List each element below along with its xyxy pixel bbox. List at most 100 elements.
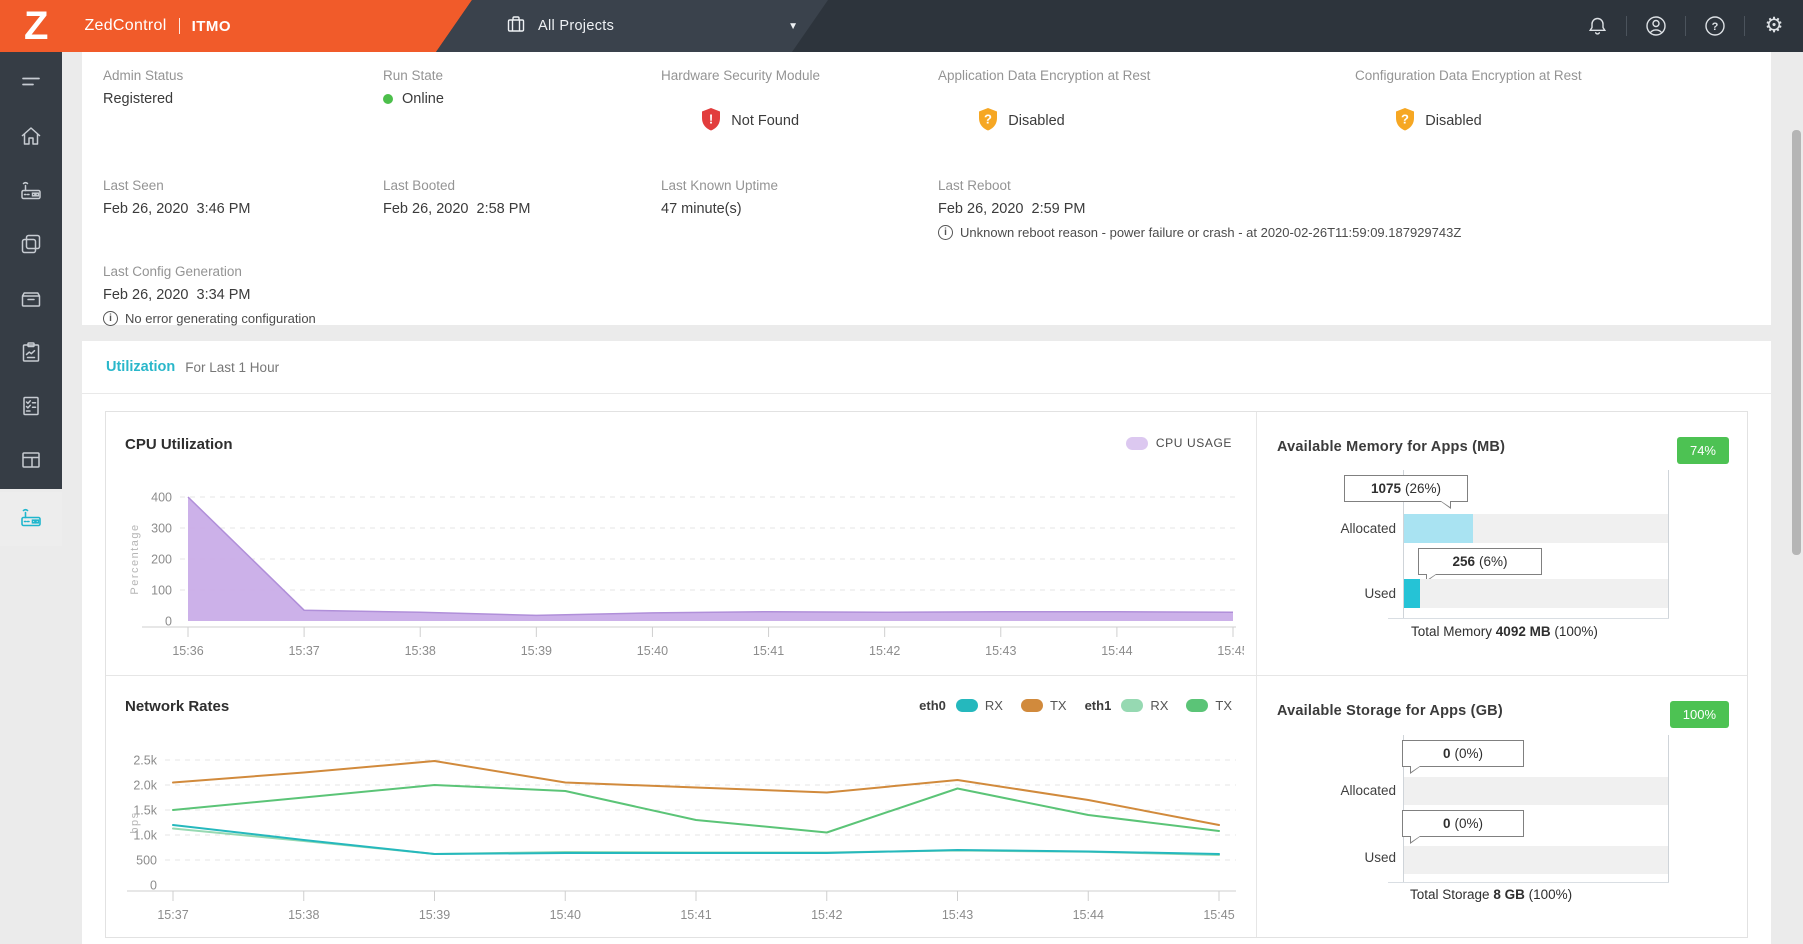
memory-used-track [1404, 579, 1668, 608]
svg-text:500: 500 [136, 854, 157, 868]
memory-total-label: Total Memory 4092 MB (100%) [1411, 624, 1598, 639]
memory-allocated-label: Allocated [1277, 521, 1396, 536]
svg-text:15:44: 15:44 [1073, 908, 1104, 922]
user-account-icon[interactable] [1645, 15, 1667, 37]
storage-allocated-track [1404, 777, 1668, 805]
online-status-dot [383, 94, 393, 104]
memory-allocated-tooltip: 1075(26%) [1344, 475, 1468, 502]
topbar-actions: ? ⚙ [1586, 0, 1803, 52]
field-label: Last Known Uptime [661, 178, 938, 193]
storage-allocated-tooltip: 0(0%) [1402, 740, 1524, 767]
field-last-reboot: Last Reboot Feb 26, 2020 2:59 PM i Unkno… [938, 178, 1355, 240]
cpu-utilization-chart: 010020030040015:3615:3715:3815:3915:4015… [124, 469, 1244, 661]
logo: Z [24, 2, 48, 50]
svg-text:15:43: 15:43 [942, 908, 973, 922]
home-icon [18, 123, 44, 154]
svg-text:100: 100 [151, 584, 172, 598]
svg-text:15:43: 15:43 [985, 644, 1016, 658]
field-hardware-security-module: Hardware Security Module ! Not Found [661, 68, 938, 151]
field-value: ! Not Found [661, 91, 938, 151]
sidebar-item-policies[interactable] [0, 381, 62, 435]
eth0-rx-legend-label: RX [985, 698, 1003, 713]
topbar-separator [1685, 16, 1686, 36]
sidebar-item-projects[interactable] [0, 219, 62, 273]
svg-text:!: ! [709, 112, 713, 127]
shield-question-icon: ? [938, 91, 998, 151]
eth0-tx-legend-swatch [1021, 699, 1043, 712]
eth0-tx-legend-label: TX [1050, 698, 1067, 713]
svg-text:15:42: 15:42 [869, 644, 900, 658]
svg-text:15:45: 15:45 [1203, 908, 1234, 922]
eth0-rx-legend-swatch [956, 699, 978, 712]
utilization-title: Utilization [106, 359, 175, 375]
cpu-chart-title: CPU Utilization [125, 436, 233, 453]
memory-used-label: Used [1277, 586, 1396, 601]
field-value: Feb 26, 2020 3:46 PM [103, 201, 383, 217]
settings-gear-icon[interactable]: ⚙ [1763, 15, 1785, 37]
svg-text:Percentage: Percentage [129, 523, 141, 594]
sidebar-item-home[interactable] [0, 111, 62, 165]
shield-question-icon: ? [1355, 91, 1415, 151]
org-name: ITMO [192, 18, 232, 35]
svg-text:bps: bps [129, 811, 141, 833]
memory-bar-chart: 1075(26%) Allocated 256(6%) Used Total M… [1277, 470, 1729, 670]
memory-panel-title: Available Memory for Apps (MB) [1277, 439, 1505, 455]
svg-text:15:45: 15:45 [1217, 644, 1244, 658]
menu-icon [18, 69, 44, 100]
config-generation-note: i No error generating configuration [103, 311, 1771, 326]
projects-icon [18, 231, 44, 262]
field-last-seen: Last Seen Feb 26, 2020 3:46 PM [103, 178, 383, 240]
svg-text:15:37: 15:37 [157, 908, 188, 922]
field-app-data-encryption: Application Data Encryption at Rest ? Di… [938, 68, 1355, 151]
storage-percent-badge: 100% [1670, 701, 1729, 728]
memory-used-tooltip: 256(6%) [1418, 548, 1542, 575]
field-value: ? Disabled [938, 91, 1355, 151]
eth1-legend-name: eth1 [1085, 698, 1112, 713]
sidebar-item-edge-node-active[interactable] [0, 492, 62, 546]
svg-text:15:40: 15:40 [637, 644, 668, 658]
svg-text:15:41: 15:41 [753, 644, 784, 658]
network-rates-panel: Network Rates eth0 RX TX eth1 RX TX [106, 676, 1257, 937]
field-label: Run State [383, 68, 661, 83]
sidebar-item-edge-nodes[interactable] [0, 165, 62, 219]
sidebar-item-menu[interactable] [0, 57, 62, 111]
notifications-bell-icon[interactable] [1586, 15, 1608, 37]
field-value: Online [383, 91, 661, 107]
field-last-known-uptime: Last Known Uptime 47 minute(s) [661, 178, 938, 240]
field-value: 47 minute(s) [661, 201, 938, 217]
storage-allocated-label: Allocated [1277, 783, 1396, 798]
clipboard-chart-icon [18, 339, 44, 370]
help-icon[interactable]: ? [1704, 15, 1726, 37]
svg-text:15:40: 15:40 [550, 908, 581, 922]
scrollbar-thumb[interactable] [1792, 130, 1801, 555]
project-selector-label: All Projects [538, 18, 614, 34]
sidebar-item-inventory[interactable] [0, 273, 62, 327]
field-admin-status: Admin Status Registered [103, 68, 383, 151]
project-selector[interactable]: All Projects ▼ [436, 0, 828, 52]
eth0-legend-name: eth0 [919, 698, 946, 713]
svg-text:2.5k: 2.5k [133, 754, 157, 768]
topbar: Z ZedControl ITMO All Projects ▼ [0, 0, 1803, 52]
sidebar-item-dashboard[interactable] [0, 435, 62, 489]
svg-text:?: ? [984, 112, 992, 127]
axis-line [1668, 470, 1669, 618]
memory-allocated-track [1404, 514, 1668, 543]
storage-total-label: Total Storage 8 GB (100%) [1410, 887, 1572, 902]
utilization-subtitle: For Last 1 Hour [185, 360, 279, 375]
svg-text:2.0k: 2.0k [133, 779, 157, 793]
svg-text:400: 400 [151, 491, 172, 505]
eth1-tx-legend-label: TX [1215, 698, 1232, 713]
cpu-usage-legend-label: CPU USAGE [1156, 436, 1232, 450]
edge-node-icon [18, 177, 44, 208]
svg-text:15:36: 15:36 [172, 644, 203, 658]
briefcase-icon [506, 14, 526, 39]
field-label: Application Data Encryption at Rest [938, 68, 1355, 83]
checklist-icon [18, 393, 44, 424]
topbar-separator [1744, 16, 1745, 36]
field-label: Last Config Generation [103, 264, 1771, 279]
svg-text:0: 0 [165, 615, 172, 629]
storage-used-track [1404, 846, 1668, 874]
storage-used-tooltip: 0(0%) [1402, 810, 1524, 837]
sidebar-item-reports[interactable] [0, 327, 62, 381]
svg-text:15:39: 15:39 [521, 644, 552, 658]
